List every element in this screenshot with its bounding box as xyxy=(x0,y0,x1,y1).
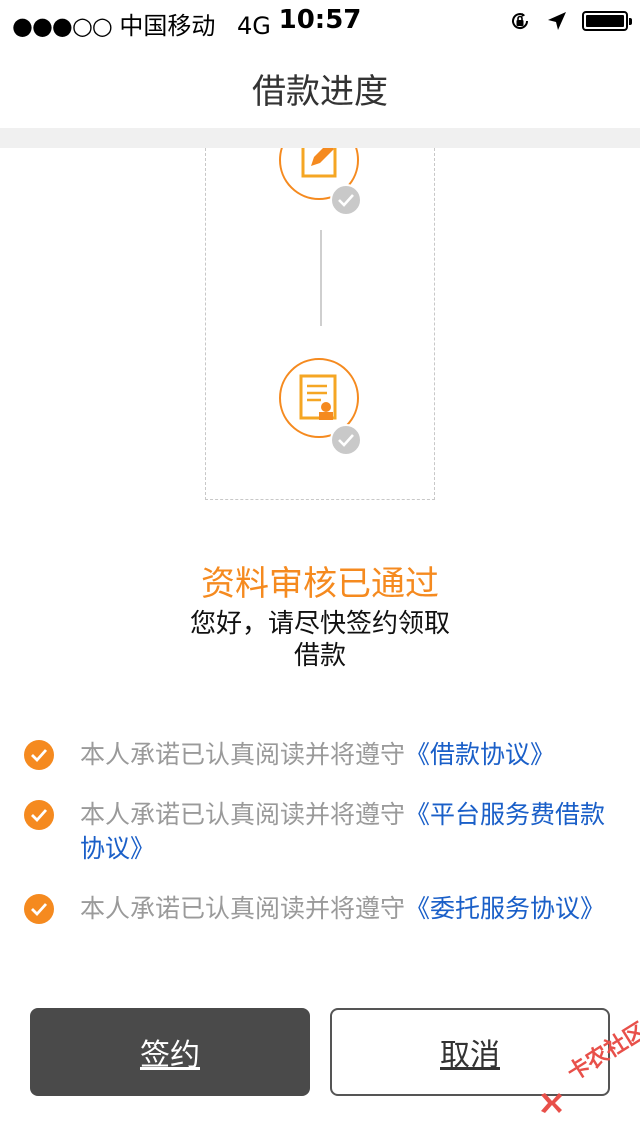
agreement-text: 本人承诺已认真阅读并将遵守 xyxy=(80,894,406,923)
timeline-connector xyxy=(320,230,322,326)
checkbox-checked-icon[interactable] xyxy=(24,894,54,924)
agreement-row-loan: 本人承诺已认真阅读并将遵守《借款协议》 xyxy=(24,738,624,772)
step-application-check-icon xyxy=(330,184,362,216)
checkbox-checked-icon[interactable] xyxy=(24,740,54,770)
status-bar: ●●●○○ 中国移动 4G 10:57 xyxy=(0,0,640,40)
agreement-row-entrust: 本人承诺已认真阅读并将遵守《委托服务协议》 xyxy=(24,892,624,926)
watermark-logo-icon xyxy=(541,1093,562,1113)
review-status-message: 您好，请尽快签约领取借款 xyxy=(190,609,451,671)
entrust-agreement-link[interactable]: 《委托服务协议》 xyxy=(405,894,605,923)
review-status-title: 资料审核已通过 xyxy=(201,564,439,604)
agreement-text: 本人承诺已认真阅读并将遵守 xyxy=(80,800,406,829)
watermark: 卡农社区 xyxy=(538,1018,640,1126)
agreement-row-service-fee: 本人承诺已认真阅读并将遵守《平台服务费借款协议》 xyxy=(24,798,624,866)
loan-agreement-link[interactable]: 《借款协议》 xyxy=(405,740,555,769)
navigation-bar: 借款进度 xyxy=(0,40,640,128)
progress-timeline xyxy=(205,148,435,500)
location-arrow-icon xyxy=(548,12,566,30)
checkbox-checked-icon[interactable] xyxy=(24,800,54,830)
battery-tip xyxy=(629,18,632,25)
section-divider xyxy=(0,128,640,148)
status-icons xyxy=(508,8,632,34)
agreement-text: 本人承诺已认真阅读并将遵守 xyxy=(80,740,406,769)
page-title: 借款进度 xyxy=(252,72,388,112)
orientation-lock-icon xyxy=(512,13,529,30)
battery-icon xyxy=(582,11,632,31)
step-contract-check-icon xyxy=(330,424,362,456)
battery-level xyxy=(586,15,624,27)
agreement-list: 本人承诺已认真阅读并将遵守《借款协议》 本人承诺已认真阅读并将遵守《平台服务费借… xyxy=(24,738,624,952)
sign-button[interactable]: 签约 xyxy=(30,1008,310,1096)
